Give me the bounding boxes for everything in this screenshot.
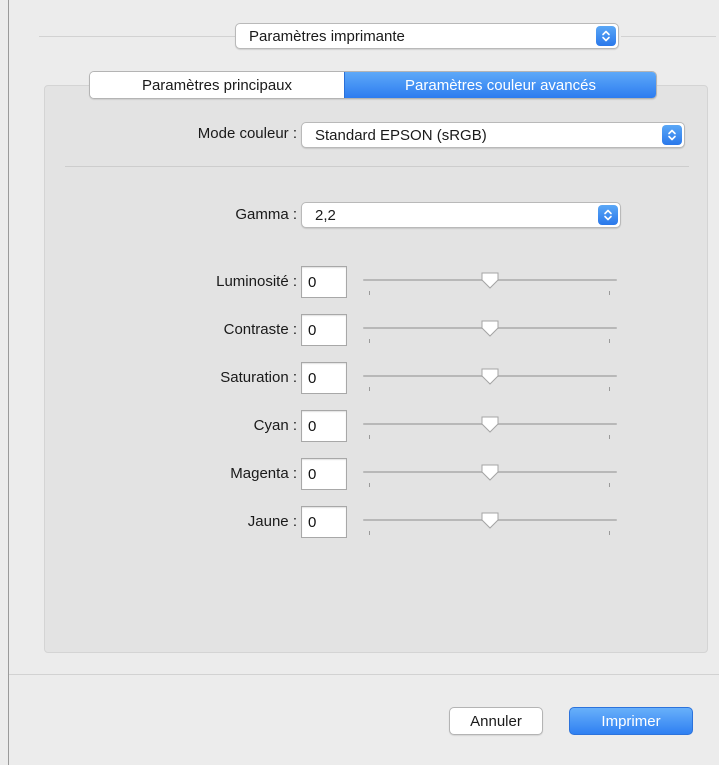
cyan-label: Cyan : [253, 417, 297, 434]
yellow-slider[interactable] [363, 511, 617, 544]
cyan-field[interactable]: 0 [301, 410, 347, 442]
color-mode-label: Mode couleur : [197, 125, 297, 142]
slider-knob[interactable] [480, 367, 500, 391]
cancel-button[interactable]: Annuler [449, 707, 543, 735]
saturation-label: Saturation : [220, 369, 297, 386]
header-divider-left [39, 36, 235, 37]
yellow-field[interactable]: 0 [301, 506, 347, 538]
preset-popup[interactable]: Paramètres imprimante [235, 23, 619, 49]
slider-max-tick [609, 531, 610, 535]
slider-max-tick [609, 291, 610, 295]
slider-max-tick [609, 339, 610, 343]
slider-min-tick [369, 387, 370, 391]
tab-bar: Paramètres principaux Paramètres couleur… [89, 71, 657, 99]
slider-min-tick [369, 483, 370, 487]
cyan-slider[interactable] [363, 415, 617, 448]
slider-knob[interactable] [480, 271, 500, 295]
slider-knob[interactable] [480, 463, 500, 487]
panel-divider [65, 166, 689, 167]
popup-stepper-icon [596, 26, 616, 46]
tab-main-settings[interactable]: Paramètres principaux [90, 72, 344, 98]
slider-max-tick [609, 387, 610, 391]
brightness-field[interactable]: 0 [301, 266, 347, 298]
gamma-popup[interactable]: 2,2 [301, 202, 621, 228]
slider-max-tick [609, 435, 610, 439]
saturation-field[interactable]: 0 [301, 362, 347, 394]
tab-advanced-color-settings[interactable]: Paramètres couleur avancés [344, 72, 656, 98]
popup-stepper-icon [662, 125, 682, 145]
brightness-label: Luminosité : [216, 273, 297, 290]
slider-knob[interactable] [480, 319, 500, 343]
slider-knob[interactable] [480, 415, 500, 439]
magenta-label: Magenta : [230, 465, 297, 482]
yellow-label: Jaune : [247, 513, 297, 530]
slider-min-tick [369, 339, 370, 343]
slider-min-tick [369, 291, 370, 295]
slider-min-tick [369, 435, 370, 439]
preset-popup-value: Paramètres imprimante [249, 27, 405, 45]
advanced-color-panel: Mode couleur : Standard EPSON (sRGB) Gam… [44, 85, 708, 653]
contrast-label: Contraste : [223, 321, 297, 338]
slider-knob[interactable] [480, 511, 500, 535]
slider-max-tick [609, 483, 610, 487]
contrast-field[interactable]: 0 [301, 314, 347, 346]
magenta-field[interactable]: 0 [301, 458, 347, 490]
gamma-label: Gamma : [235, 206, 297, 223]
popup-stepper-icon [598, 205, 618, 225]
slider-min-tick [369, 531, 370, 535]
saturation-slider[interactable] [363, 367, 617, 400]
footer-divider [9, 674, 719, 675]
color-mode-popup[interactable]: Standard EPSON (sRGB) [301, 122, 685, 148]
contrast-slider[interactable] [363, 319, 617, 352]
gamma-value: 2,2 [315, 206, 336, 224]
print-button[interactable]: Imprimer [569, 707, 693, 735]
brightness-slider[interactable] [363, 271, 617, 304]
magenta-slider[interactable] [363, 463, 617, 496]
print-dialog: Paramètres imprimante Mode couleur : Sta… [8, 0, 719, 765]
color-mode-value: Standard EPSON (sRGB) [315, 126, 487, 144]
header-divider-right [621, 36, 716, 37]
